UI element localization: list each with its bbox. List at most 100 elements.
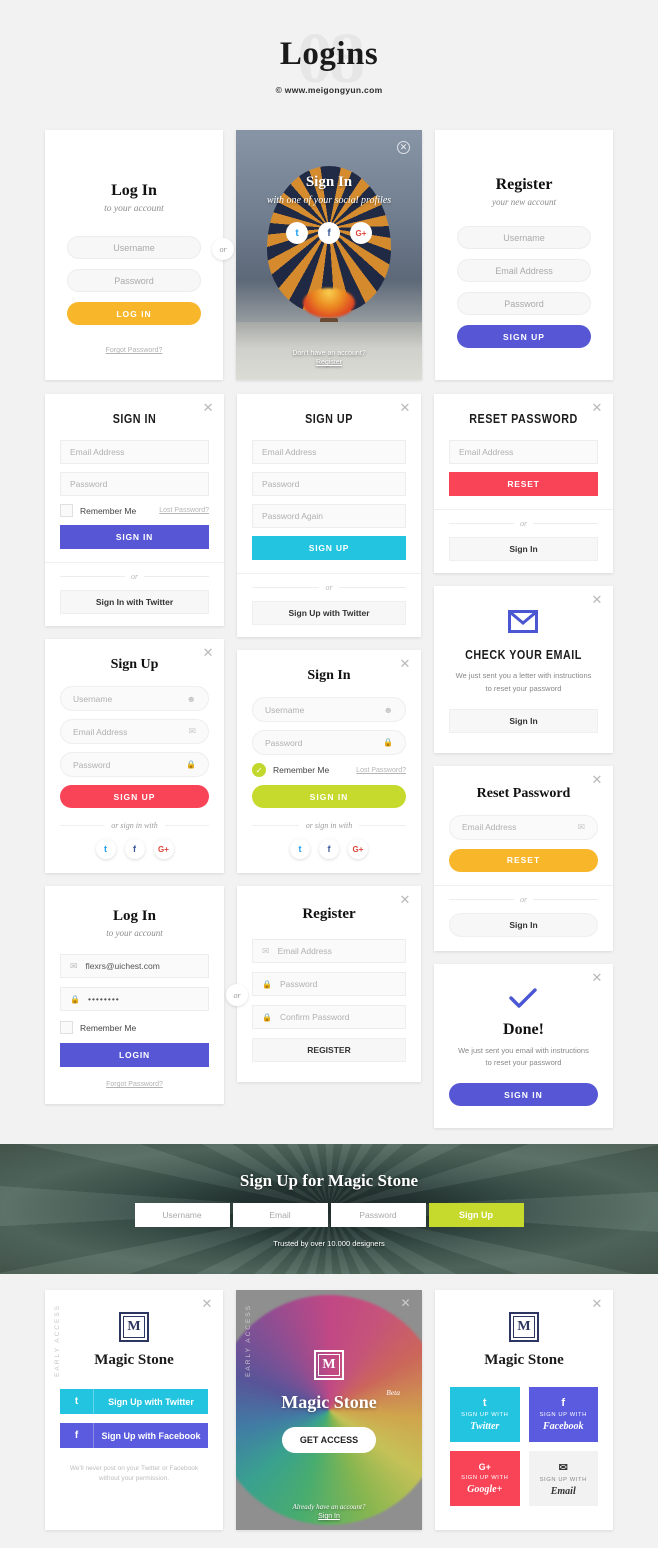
google-icon[interactable]: G+: [153, 839, 174, 859]
register-link[interactable]: Register: [236, 359, 422, 366]
mail-icon: ✉: [188, 726, 197, 736]
facebook-icon[interactable]: f: [124, 839, 145, 859]
password-value: ••••••••: [87, 994, 120, 1004]
signin-button[interactable]: Sign In: [448, 537, 598, 561]
email-input[interactable]: ✉ Email Address: [252, 939, 406, 963]
email-input[interactable]: Email Address: [457, 259, 591, 282]
twitter-icon[interactable]: t: [290, 839, 310, 859]
close-icon[interactable]: ✕: [591, 1297, 603, 1310]
signup-button[interactable]: SIGN UP: [457, 325, 591, 348]
card-register-filled: ✕ Register ✉ Email Address 🔒 Password 🔒 …: [237, 886, 421, 1082]
mail-icon: [508, 610, 539, 633]
signup-twitter-button[interactable]: Sign Up with Twitter: [252, 601, 406, 625]
password-input[interactable]: 🔒 Password: [252, 972, 406, 996]
username-input[interactable]: Username: [67, 236, 201, 259]
hero-title: Sign In: [305, 174, 353, 190]
tile-network: Facebook: [542, 1421, 584, 1432]
facebook-icon[interactable]: f: [318, 222, 340, 244]
close-icon[interactable]: ✕: [399, 893, 411, 906]
password-input[interactable]: Password: [330, 1202, 426, 1227]
remember-label: Remember Me: [273, 765, 330, 775]
signin-link[interactable]: Sign In: [236, 1513, 422, 1520]
facebook-icon[interactable]: f: [319, 839, 339, 859]
close-icon[interactable]: ✕: [591, 593, 603, 606]
banner-form: Username Email Password Sign Up: [134, 1202, 524, 1227]
tile-google[interactable]: G+ SIGN UP WITH Google+: [450, 1451, 520, 1506]
username-input[interactable]: Username ☻: [252, 697, 406, 722]
close-icon[interactable]: ✕: [399, 657, 411, 670]
lost-password-link[interactable]: Lost Password?: [356, 767, 406, 774]
username-input[interactable]: Username: [457, 226, 591, 249]
signup-button[interactable]: SIGN UP: [60, 785, 210, 808]
password-input[interactable]: Password: [67, 269, 201, 292]
remember-checkbox[interactable]: [60, 1021, 73, 1034]
signup-button[interactable]: Sign Up: [428, 1202, 524, 1227]
tile-facebook[interactable]: f SIGN UP WITH Facebook: [528, 1387, 598, 1442]
card-reset-flat: ✕ RESET PASSWORD Email Address RESET or …: [433, 394, 613, 573]
google-icon[interactable]: G+: [350, 222, 372, 244]
remember-checkbox[interactable]: [60, 504, 73, 517]
remember-checkbox-checked[interactable]: ✓: [252, 763, 267, 777]
login-button[interactable]: LOGIN: [60, 1043, 210, 1067]
close-icon[interactable]: ✕: [399, 401, 411, 414]
forgot-password-link[interactable]: Forgot Password?: [60, 1081, 209, 1088]
password-input[interactable]: 🔒 ••••••••: [60, 987, 210, 1011]
email-input[interactable]: Email Address: [60, 440, 210, 464]
tile-network: Twitter: [470, 1421, 500, 1432]
mail-icon: ✉: [558, 1461, 568, 1474]
lock-icon: 🔒: [186, 760, 197, 769]
signup-twitter-button[interactable]: t Sign Up with Twitter: [60, 1389, 208, 1414]
close-icon[interactable]: ✕: [202, 401, 214, 414]
login-title: Log In: [111, 182, 157, 199]
password-input[interactable]: Password 🔒: [60, 752, 210, 777]
username-input[interactable]: Username ☻: [60, 686, 210, 711]
close-icon[interactable]: ✕: [591, 971, 603, 984]
page-title: Logins: [279, 35, 379, 72]
google-icon[interactable]: G+: [348, 839, 368, 859]
password-input[interactable]: Password: [457, 292, 591, 315]
password-input[interactable]: Password 🔒: [252, 730, 406, 755]
signup-facebook-button[interactable]: f Sign Up with Facebook: [60, 1423, 208, 1448]
password-input[interactable]: Password: [252, 472, 406, 496]
register-button[interactable]: REGISTER: [252, 1038, 406, 1062]
signin-twitter-button[interactable]: Sign In with Twitter: [60, 590, 210, 614]
reset-button[interactable]: RESET: [448, 472, 598, 496]
confirm-password-input[interactable]: 🔒 Confirm Password: [252, 1005, 406, 1029]
close-icon[interactable]: ✕: [202, 646, 214, 659]
twitter-icon[interactable]: t: [95, 839, 116, 859]
reset-round-title: Reset Password: [476, 785, 571, 801]
close-icon[interactable]: ✕: [591, 773, 603, 786]
remember-row: ✓ Remember Me Lost Password?: [252, 763, 406, 777]
confirm-placeholder: Confirm Password: [279, 1012, 350, 1022]
password-input[interactable]: Password: [60, 472, 210, 496]
email-input[interactable]: Email Address: [252, 440, 406, 464]
reset-button[interactable]: RESET: [448, 848, 598, 872]
email-input[interactable]: Email: [232, 1202, 328, 1227]
signin-button[interactable]: SIGN IN: [60, 525, 210, 549]
signin-button[interactable]: SIGN IN: [448, 1083, 598, 1106]
email-placeholder: Email Address: [461, 822, 517, 832]
forgot-password-link[interactable]: Forgot Password?: [67, 347, 201, 354]
signin-button[interactable]: SIGN IN: [252, 785, 406, 808]
email-input[interactable]: Email Address: [448, 440, 598, 464]
username-input[interactable]: Username: [134, 1202, 230, 1227]
password-placeholder: Password: [265, 737, 303, 748]
signin-button[interactable]: Sign In: [448, 912, 598, 937]
email-input[interactable]: Email Address ✉: [60, 719, 210, 744]
password-again-input[interactable]: Password Again: [252, 504, 406, 528]
signup-button[interactable]: SIGN UP: [252, 536, 406, 560]
signin-button[interactable]: Sign In: [448, 708, 598, 733]
email-input[interactable]: ✉ flexrs@uichest.com: [60, 954, 210, 978]
twitter-icon[interactable]: t: [286, 222, 308, 244]
login-button[interactable]: LOG IN: [67, 302, 201, 325]
tile-email[interactable]: ✉ SIGN UP WITH Email: [528, 1451, 598, 1506]
card-login-classic: Log In to your account Username Password…: [45, 130, 223, 380]
close-icon[interactable]: ✕: [201, 1297, 213, 1310]
lost-password-link[interactable]: Lost Password?: [159, 507, 209, 514]
card-login-filled: or Log In to your account ✉ flexrs@uiche…: [45, 886, 249, 1104]
get-access-button[interactable]: GET ACCESS: [282, 1427, 376, 1453]
close-icon[interactable]: ✕: [591, 401, 603, 414]
email-input[interactable]: Email Address ✉: [448, 814, 598, 840]
tile-twitter[interactable]: t SIGN UP WITH Twitter: [450, 1387, 520, 1442]
card-social-signin: ✕ Sign In with one of your social profil…: [236, 130, 422, 380]
